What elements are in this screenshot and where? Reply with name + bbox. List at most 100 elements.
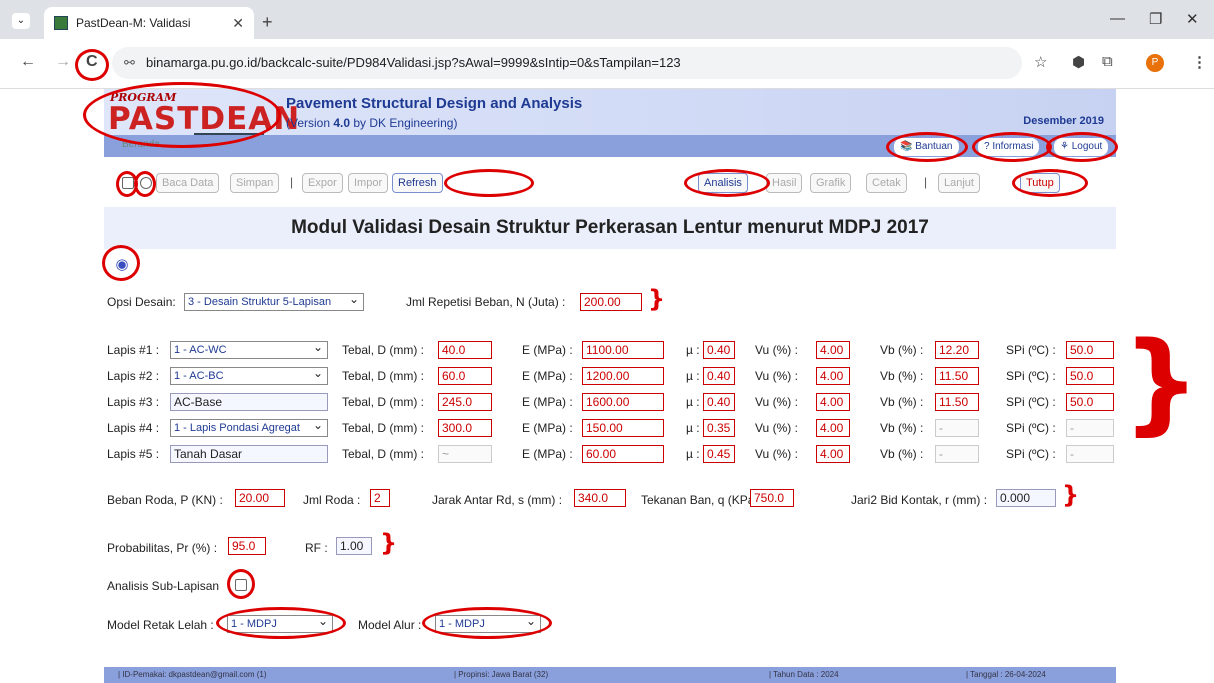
layer-e-input[interactable]: 1600.00 (582, 393, 664, 411)
layer-vb-input[interactable]: 11.50 (935, 393, 979, 411)
layer-material-input[interactable]: AC-Base (170, 393, 328, 411)
layer-vu-input[interactable]: 4.00 (816, 393, 850, 411)
layer-vb-input[interactable]: - (935, 445, 979, 463)
tab-close-icon[interactable]: ✕ (232, 15, 244, 32)
layer-tebal-label: Tebal, D (mm) : (342, 369, 425, 383)
extensions-puzzle-icon[interactable]: ⧉ (1102, 53, 1113, 70)
layer-mu-label: µ : (686, 447, 700, 461)
hasil-button[interactable]: Hasil (766, 173, 803, 193)
model-retak-select[interactable]: 1 - MDPJ (227, 615, 333, 633)
impor-button[interactable]: Impor (348, 173, 389, 193)
layer-mu-input[interactable]: 0.35 (703, 419, 735, 437)
site-info-icon[interactable]: ⚯ (124, 47, 135, 79)
layer-material-select[interactable]: 1 - AC-BC (170, 367, 328, 385)
status-footer: | ID-Pemakai: dkpastdean@gmail.com (1) |… (104, 667, 1116, 683)
layer-spi-input[interactable]: - (1066, 419, 1114, 437)
new-tab-icon[interactable]: + (262, 12, 273, 33)
minimize-icon[interactable]: — (1110, 10, 1125, 27)
baca-data-button[interactable]: Baca Data (156, 173, 220, 193)
layer-material-select[interactable]: 1 - AC-WC (170, 341, 328, 359)
grafik-button[interactable]: Grafik (810, 173, 852, 193)
layer-tebal-input[interactable]: 60.0 (438, 367, 492, 385)
layer-label: Lapis #1 : (107, 343, 160, 357)
url-text: binamarga.pu.go.id/backcalc-suite/PD984V… (146, 55, 681, 70)
analisis-sub-lapisan-checkbox[interactable] (235, 579, 247, 591)
cetak-button[interactable]: Cetak (866, 173, 907, 193)
extension-shield-icon[interactable]: ⬢ (1072, 53, 1085, 71)
layer-tebal-input[interactable]: ~ (438, 445, 492, 463)
lanjut-button[interactable]: Lanjut (938, 173, 980, 193)
app-header: PROGRAM PASTDEAN Pavement Structural Des… (104, 89, 1116, 157)
forward-icon[interactable]: → (55, 53, 71, 71)
toggle-checkbox[interactable] (122, 177, 134, 189)
layer-tebal-label: Tebal, D (mm) : (342, 395, 425, 409)
logout-link[interactable]: ⚘ Logout (1054, 138, 1109, 156)
layer-label: Lapis #3 : (107, 395, 160, 409)
layer-tebal-input[interactable]: 245.0 (438, 393, 492, 411)
window-close-icon[interactable]: ✕ (1186, 10, 1199, 28)
layer-mu-input[interactable]: 0.40 (703, 393, 735, 411)
layer-e-input[interactable]: 1100.00 (582, 341, 664, 359)
layer-vb-input[interactable]: 12.20 (935, 341, 979, 359)
profile-avatar[interactable]: P (1146, 54, 1164, 72)
jml-roda-input[interactable]: 2 (370, 489, 390, 507)
layer-vu-label: Vu (%) : (755, 395, 798, 409)
opsi-desain-select[interactable]: 3 - Desain Struktur 5-Lapisan (184, 293, 364, 311)
menu-dots-icon[interactable]: ⋮ (1192, 53, 1207, 71)
layer-tebal-input[interactable]: 40.0 (438, 341, 492, 359)
beban-roda-input[interactable]: 20.00 (235, 489, 285, 507)
browser-tab[interactable]: PastDean-M: Validasi ✕ (44, 7, 254, 39)
layer-vu-input[interactable]: 4.00 (816, 419, 850, 437)
tekanan-input[interactable]: 750.0 (750, 489, 794, 507)
probabilitas-label: Probabilitas, Pr (%) : (107, 541, 218, 555)
layer-vu-label: Vu (%) : (755, 369, 798, 383)
address-bar[interactable]: ⚯ binamarga.pu.go.id/backcalc-suite/PD98… (112, 47, 1022, 79)
refresh-button[interactable]: Refresh (392, 173, 443, 193)
restore-icon[interactable]: ❐ (1149, 10, 1162, 28)
layer-e-input[interactable]: 150.00 (582, 419, 664, 437)
analisis-button[interactable]: Analisis (698, 173, 748, 193)
rf-input[interactable]: 1.00 (336, 537, 372, 555)
jml-repetisi-input[interactable]: 200.00 (580, 293, 642, 311)
eye-icon[interactable]: ◉ (113, 255, 131, 273)
layer-spi-input[interactable]: 50.0 (1066, 393, 1114, 411)
model-alur-label: Model Alur : (358, 618, 422, 632)
annotation-brace: } (1122, 318, 1201, 446)
jarak-input[interactable]: 340.0 (574, 489, 626, 507)
tab-title: PastDean-M: Validasi (76, 16, 191, 30)
simpan-button[interactable]: Simpan (230, 173, 280, 193)
tutup-button[interactable]: Tutup (1020, 173, 1060, 193)
beranda-link[interactable]: Beranda (122, 139, 160, 150)
tab-search-icon[interactable]: ⌄ (12, 13, 30, 29)
layer-vu-input[interactable]: 4.00 (816, 445, 850, 463)
layer-mu-input[interactable]: 0.40 (703, 341, 735, 359)
layer-mu-input[interactable]: 0.40 (703, 367, 735, 385)
reload-icon[interactable]: C (86, 53, 98, 71)
layer-spi-input[interactable]: 50.0 (1066, 341, 1114, 359)
probabilitas-input[interactable]: 95.0 (228, 537, 266, 555)
bookmark-star-icon[interactable]: ☆ (1034, 53, 1047, 71)
layer-vb-input[interactable]: 11.50 (935, 367, 979, 385)
layer-vu-input[interactable]: 4.00 (816, 367, 850, 385)
logo-pastdean: PASTDEAN (108, 101, 301, 137)
layer-spi-input[interactable]: - (1066, 445, 1114, 463)
layer-e-input[interactable]: 1200.00 (582, 367, 664, 385)
layer-material-select[interactable]: 1 - Lapis Pondasi Agregat (170, 419, 328, 437)
layer-e-input[interactable]: 60.00 (582, 445, 664, 463)
layer-vu-input[interactable]: 4.00 (816, 341, 850, 359)
expor-button[interactable]: Expor (302, 173, 343, 193)
layer-material-input[interactable]: Tanah Dasar (170, 445, 328, 463)
informasi-link[interactable]: ? Informasi (978, 138, 1040, 156)
layer-spi-input[interactable]: 50.0 (1066, 367, 1114, 385)
model-alur-select[interactable]: 1 - MDPJ (435, 615, 541, 633)
bantuan-link[interactable]: 📚 Bantuan (894, 138, 959, 156)
jari-input[interactable]: 0.000 (996, 489, 1056, 507)
beban-roda-label: Beban Roda, P (KN) : (107, 493, 223, 507)
layer-spi-label: SPi (ºC) : (1006, 447, 1056, 461)
back-icon[interactable]: ← (20, 53, 36, 71)
toggle-radio[interactable] (140, 177, 152, 189)
layer-spi-label: SPi (ºC) : (1006, 343, 1056, 357)
layer-mu-input[interactable]: 0.45 (703, 445, 735, 463)
layer-tebal-input[interactable]: 300.0 (438, 419, 492, 437)
layer-vb-input[interactable]: - (935, 419, 979, 437)
